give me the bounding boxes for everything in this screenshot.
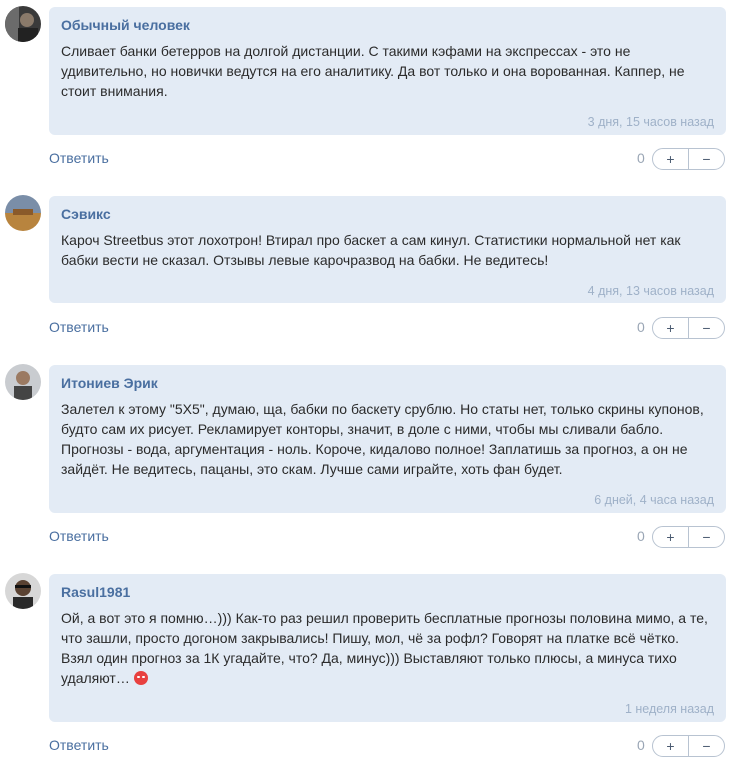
text-line: бабки вести не сказал. Отзывы левые каро… [61,252,549,268]
downvote-button[interactable]: − [688,527,724,547]
text-line: Кароч Streetbus этот лохотрон! Втирал пр… [61,232,681,248]
comment-bubble: Сэвикс Кароч Streetbus этот лохотрон! Вт… [49,196,726,303]
comment-time: 4 дня, 13 часов назад [587,284,714,298]
comment-time: 3 дня, 15 часов назад [587,115,714,129]
text-line: Сливает банки бетерров на долгой дистанц… [61,43,631,59]
comment-bubble: Обычный человек Сливает банки бетерров н… [49,7,726,135]
text-line: удаляют… [61,668,711,688]
comment-author[interactable]: Сэвикс [61,206,111,222]
text-line: стоит внимания. [61,83,168,99]
text-line: Прогнозы - вода, аргументация - ноль. Ко… [61,441,688,457]
comment-author[interactable]: Обычный человек [61,17,190,33]
comment-time: 1 неделя назад [624,702,714,716]
user-avatar[interactable] [5,6,41,42]
text-line: зайдёт. Не ведитесь, пацаны, это скам. Л… [61,461,563,477]
comment-actions: Ответить 0 + − [0,526,731,550]
angry-face-icon [133,671,148,685]
downvote-button[interactable]: − [688,149,724,169]
comment-author[interactable]: Итониев Эрик [61,375,158,391]
upvote-button[interactable]: + [653,149,688,169]
user-avatar[interactable] [5,195,41,231]
comment-time: 6 дней, 4 часа назад [594,493,714,507]
reply-link[interactable]: Ответить [49,319,109,335]
comment-text: Залетел к этому "5Х5", думаю, ща, бабки … [61,399,711,479]
upvote-button[interactable]: + [653,318,688,338]
vote-buttons: + − [652,317,725,339]
reply-link[interactable]: Ответить [49,150,109,166]
text-line: Залетел к этому "5Х5", думаю, ща, бабки … [61,401,704,417]
comment-actions: Ответить 0 + − [0,735,731,759]
comment-author[interactable]: Rasul1981 [61,584,130,600]
reply-link[interactable]: Ответить [49,528,109,544]
vote-score: 0 [637,528,645,544]
comment-text: Ой, а вот это я помню…))) Как-то раз реш… [61,608,711,688]
text-line: удивительно, но новички ведутся на его а… [61,63,685,79]
upvote-button[interactable]: + [653,527,688,547]
comment-actions: Ответить 0 + − [0,317,731,341]
downvote-button[interactable]: − [688,736,724,756]
upvote-button[interactable]: + [653,736,688,756]
vote-score: 0 [637,150,645,166]
user-avatar[interactable] [5,364,41,400]
comment-bubble: Rasul1981 Ой, а вот это я помню…))) Как-… [49,574,726,722]
vote-score: 0 [637,737,645,753]
text-line: будто сам их рисует. Рекламирует конторы… [61,421,664,437]
vote-buttons: + − [652,148,725,170]
text-line: что зашли, просто догоном закрывались! П… [61,630,680,646]
text-line: Ой, а вот это я помню…))) Как-то раз реш… [61,610,708,626]
user-avatar[interactable] [5,573,41,609]
comment-actions: Ответить 0 + − [0,148,731,172]
text-line-content: удаляют… [61,670,130,686]
downvote-button[interactable]: − [688,318,724,338]
text-line: Взял один прогноз за 1К угадайте, что? Д… [61,650,677,666]
comment-text: Кароч Streetbus этот лохотрон! Втирал пр… [61,230,711,270]
vote-buttons: + − [652,735,725,757]
vote-score: 0 [637,319,645,335]
comment-bubble: Итониев Эрик Залетел к этому "5Х5", дума… [49,365,726,513]
vote-buttons: + − [652,526,725,548]
comment-text: Сливает банки бетерров на долгой дистанц… [61,41,711,101]
reply-link[interactable]: Ответить [49,737,109,753]
